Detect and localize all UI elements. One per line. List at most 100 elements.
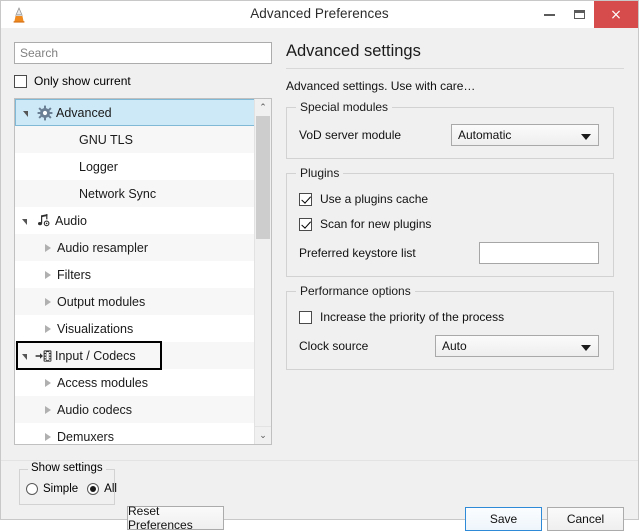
preferred-keystore-label: Preferred keystore list [299,246,416,260]
use-plugins-cache-label: Use a plugins cache [320,192,429,206]
settings-tree[interactable]: Advanced GNU TLS Logger Network Sync Audio Au… [14,98,272,445]
tree-item-label: Logger [79,159,118,174]
tree-item-network-sync[interactable]: Network Sync [15,180,255,207]
reset-preferences-button[interactable]: Reset Preferences [127,504,224,532]
vod-server-module-select[interactable]: Automatic [451,124,599,146]
footer-bar: Show settings Simple All [1,460,638,519]
radio-simple-label: Simple [43,483,79,495]
tree-expander[interactable] [39,405,57,414]
close-icon: × [610,6,622,23]
chevron-collapsed-icon [45,297,51,306]
show-settings-radios: Simple All [26,483,117,495]
radio-all-indicator[interactable] [87,483,100,495]
use-plugins-cache-checkbox[interactable] [299,192,312,206]
vod-server-module-label: VoD server module [299,128,402,142]
chevron-collapsed-icon [45,432,51,441]
gear-icon [34,105,56,121]
tree-expander[interactable] [39,270,57,279]
tree-item-visualizations[interactable]: Visualizations [15,315,255,342]
sidebar: Only show current Advanced GNU TLS Logger N… [14,42,272,445]
minimize-button[interactable] [534,1,564,28]
scan-new-plugins-checkbox[interactable] [299,217,312,231]
increase-priority-row[interactable]: Increase the priority of the process [299,308,601,326]
only-show-current-row[interactable]: Only show current [14,73,272,89]
preferred-keystore-input[interactable] [479,242,599,264]
tree-item-access-modules[interactable]: Access modules [15,369,255,396]
tree-scrollbar[interactable]: ⌃ ⌄ [254,99,271,444]
search-input[interactable] [14,42,272,64]
tree-expander[interactable] [39,432,57,441]
tree-item-input-codecs[interactable]: Input / Codecs [15,342,255,369]
clock-source-select[interactable]: Auto [435,335,599,357]
radio-all-label: All [104,483,117,495]
main-panel: Advanced settings Advanced settings. Use… [286,42,624,370]
plugins-title: Plugins [296,166,344,180]
window-content: Only show current Advanced GNU TLS Logger N… [1,28,638,532]
tree-expander[interactable] [39,243,57,252]
tree-item-label: Demuxers [57,429,114,444]
tree-item-label: Input / Codecs [55,348,136,363]
scan-new-plugins-row[interactable]: Scan for new plugins [299,215,601,233]
page-title: Advanced settings [286,42,421,60]
tree-item-filters[interactable]: Filters [15,261,255,288]
scroll-up-button[interactable]: ⌃ [255,99,271,116]
increase-priority-checkbox[interactable] [299,310,312,324]
plugins-group: Plugins Use a plugins cache Scan for new… [286,166,614,277]
show-settings-group: Show settings Simple All [19,462,117,505]
tree-expander[interactable] [39,324,57,333]
chevron-collapsed-icon [45,243,51,252]
tree-expander[interactable] [39,378,57,387]
cancel-button[interactable]: Cancel [547,507,624,531]
maximize-icon [573,10,585,19]
performance-options-group: Performance options Increase the priorit… [286,284,614,370]
clock-source-label: Clock source [299,339,369,353]
tree-expander[interactable] [15,217,33,225]
tree-item-label: Output modules [57,294,146,309]
vod-server-module-value: Automatic [458,128,512,142]
tree-expander[interactable] [15,352,33,360]
chevron-collapsed-icon [45,405,51,414]
tree-item-advanced[interactable]: Advanced [15,99,255,126]
chevron-expanded-icon [22,110,28,117]
advanced-preferences-window: Advanced Preferences × Only show current… [0,0,639,532]
tree-expander[interactable] [16,109,34,117]
tree-item-label: Network Sync [79,186,157,201]
maximize-button[interactable] [564,1,594,28]
clock-source-row: Clock source Auto [299,335,601,357]
tree-item-audio[interactable]: Audio [15,207,255,234]
tree-item-audio-resampler[interactable]: Audio resampler [15,234,255,261]
audio-note-icon [33,213,55,229]
tree-item-label: Visualizations [57,321,134,336]
tree-expander[interactable] [39,297,57,306]
chevron-down-icon [581,134,591,140]
tree-item-label: Audio codecs [57,402,133,417]
title-divider [286,68,624,69]
chevron-collapsed-icon [45,378,51,387]
radio-all[interactable]: All [87,483,117,495]
tree-item-logger[interactable]: Logger [15,153,255,180]
tree-item-output-modules[interactable]: Output modules [15,288,255,315]
tree-item-gnu-tls[interactable]: GNU TLS [15,126,255,153]
increase-priority-label: Increase the priority of the process [320,310,505,324]
window-controls: × [534,1,638,28]
scroll-down-button[interactable]: ⌄ [255,426,271,444]
close-button[interactable]: × [594,1,638,28]
scrollbar-thumb[interactable] [256,116,270,239]
use-plugins-cache-row[interactable]: Use a plugins cache [299,190,601,208]
save-button[interactable]: Save [465,507,542,531]
vod-server-module-row: VoD server module Automatic [299,124,601,146]
tree-item-demuxers[interactable]: Demuxers [15,423,255,444]
clock-source-value: Auto [442,339,467,353]
tree-item-label: Audio resampler [57,240,149,255]
radio-simple[interactable]: Simple [26,483,78,495]
only-show-current-checkbox[interactable] [14,74,27,88]
chevron-expanded-icon [21,218,27,225]
page-description: Advanced settings. Use with care… [286,79,476,93]
radio-simple-indicator[interactable] [26,483,38,495]
tree-item-label: Audio [55,213,87,228]
chevron-down-icon [581,345,591,351]
tree-item-audio-codecs[interactable]: Audio codecs [15,396,255,423]
minimize-icon [543,13,555,16]
chevron-collapsed-icon [45,270,51,279]
tree-item-label: GNU TLS [79,132,133,147]
